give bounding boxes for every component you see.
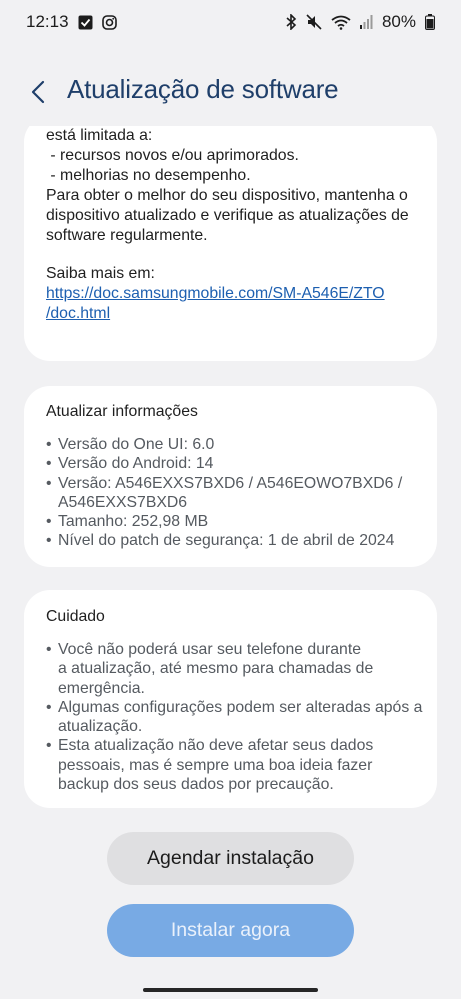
release-notes-item: - recursos novos e/ou aprimorados. <box>46 147 299 164</box>
release-notes-paragraph-line: Para obter o melhor do seu dispositivo, … <box>46 187 408 204</box>
list-item: Versão do Android: 14 <box>46 454 426 474</box>
release-notes-intro: está limitada a: <box>46 127 153 144</box>
caution-line: emergência. <box>58 679 145 697</box>
check-square-icon <box>78 15 93 30</box>
list-item: Esta atualização não deve afetar seus da… <box>46 736 431 794</box>
battery-icon <box>425 14 435 30</box>
list-item: Algumas configurações podem ser alterada… <box>46 698 431 737</box>
status-bar: 12:13 80% <box>0 0 461 44</box>
update-info-list: Versão do One UI: 6.0 Versão do Android:… <box>46 435 426 551</box>
list-item: Versão do One UI: 6.0 <box>46 435 426 455</box>
release-notes-card: está limitada a: - recursos novos e/ou a… <box>24 126 437 361</box>
version-text-cont: A546EXXS7BXD6 <box>58 493 188 511</box>
caution-line: Você não poderá usar seu telefone durant… <box>58 641 362 658</box>
clock: 12:13 <box>26 12 69 31</box>
documentation-link-line[interactable]: /doc.html <box>46 304 409 324</box>
list-item: Tamanho: 252,98 MB <box>46 512 426 532</box>
battery-percent: 80% <box>381 12 416 31</box>
app-header: Atualização de software <box>0 62 461 120</box>
release-notes-paragraph-line: dispositivo atualizado e verifique as at… <box>46 207 409 224</box>
version-text: Versão: A546EXXS7BXD6 / A546EOWO7BXD6 / <box>58 474 403 492</box>
documentation-link-line[interactable]: https://doc.samsungmobile.com/SM-A546E/Z… <box>46 284 409 304</box>
bluetooth-icon <box>286 14 297 30</box>
release-notes-item: - melhorias no desempenho. <box>46 167 251 184</box>
caution-line: pessoais, mas é sempre uma boa ideia faz… <box>58 756 373 774</box>
schedule-install-button[interactable]: Agendar instalação <box>107 832 354 885</box>
caution-card: Cuidado Você não poderá usar seu telefon… <box>24 590 437 808</box>
caution-list: Você não poderá usar seu telefone durant… <box>46 640 431 794</box>
wifi-icon <box>331 15 351 30</box>
signal-icon <box>359 15 373 29</box>
update-info-card: Atualizar informações Versão do One UI: … <box>24 386 437 567</box>
list-item: Versão: A546EXXS7BXD6 / A546EOWO7BXD6 / … <box>46 474 426 513</box>
documentation-link[interactable]: https://doc.samsungmobile.com/SM-A546E/Z… <box>46 284 409 324</box>
caution-line: Esta atualização não deve afetar seus da… <box>58 737 374 755</box>
learn-more-label: Saiba mais em: <box>46 265 155 282</box>
release-notes-paragraph-line: software regularmente. <box>46 227 208 244</box>
gesture-home-bar[interactable] <box>143 988 318 992</box>
status-bar-left: 12:13 <box>26 12 117 32</box>
chevron-left-icon <box>31 80 45 104</box>
install-now-button[interactable]: Instalar agora <box>107 904 354 957</box>
mute-icon <box>306 14 322 30</box>
caution-line: atualização. <box>58 718 143 736</box>
back-button[interactable] <box>26 78 50 106</box>
page-title: Atualização de software <box>67 74 339 104</box>
caution-title: Cuidado <box>46 608 105 625</box>
list-item: Você não poderá usar seu telefone durant… <box>46 640 431 698</box>
update-info-title: Atualizar informações <box>46 403 198 420</box>
status-bar-right: 80% <box>286 12 435 32</box>
content-scroll-area[interactable]: está limitada a: - recursos novos e/ou a… <box>0 126 461 936</box>
instagram-icon <box>101 14 117 30</box>
caution-line: a atualização, até mesmo para chamadas d… <box>58 660 374 678</box>
caution-line: backup dos seus dados por precaução. <box>58 776 334 794</box>
list-item: Nível do patch de segurança: 1 de abril … <box>46 531 426 551</box>
caution-line: Algumas configurações podem ser alterada… <box>58 698 423 716</box>
